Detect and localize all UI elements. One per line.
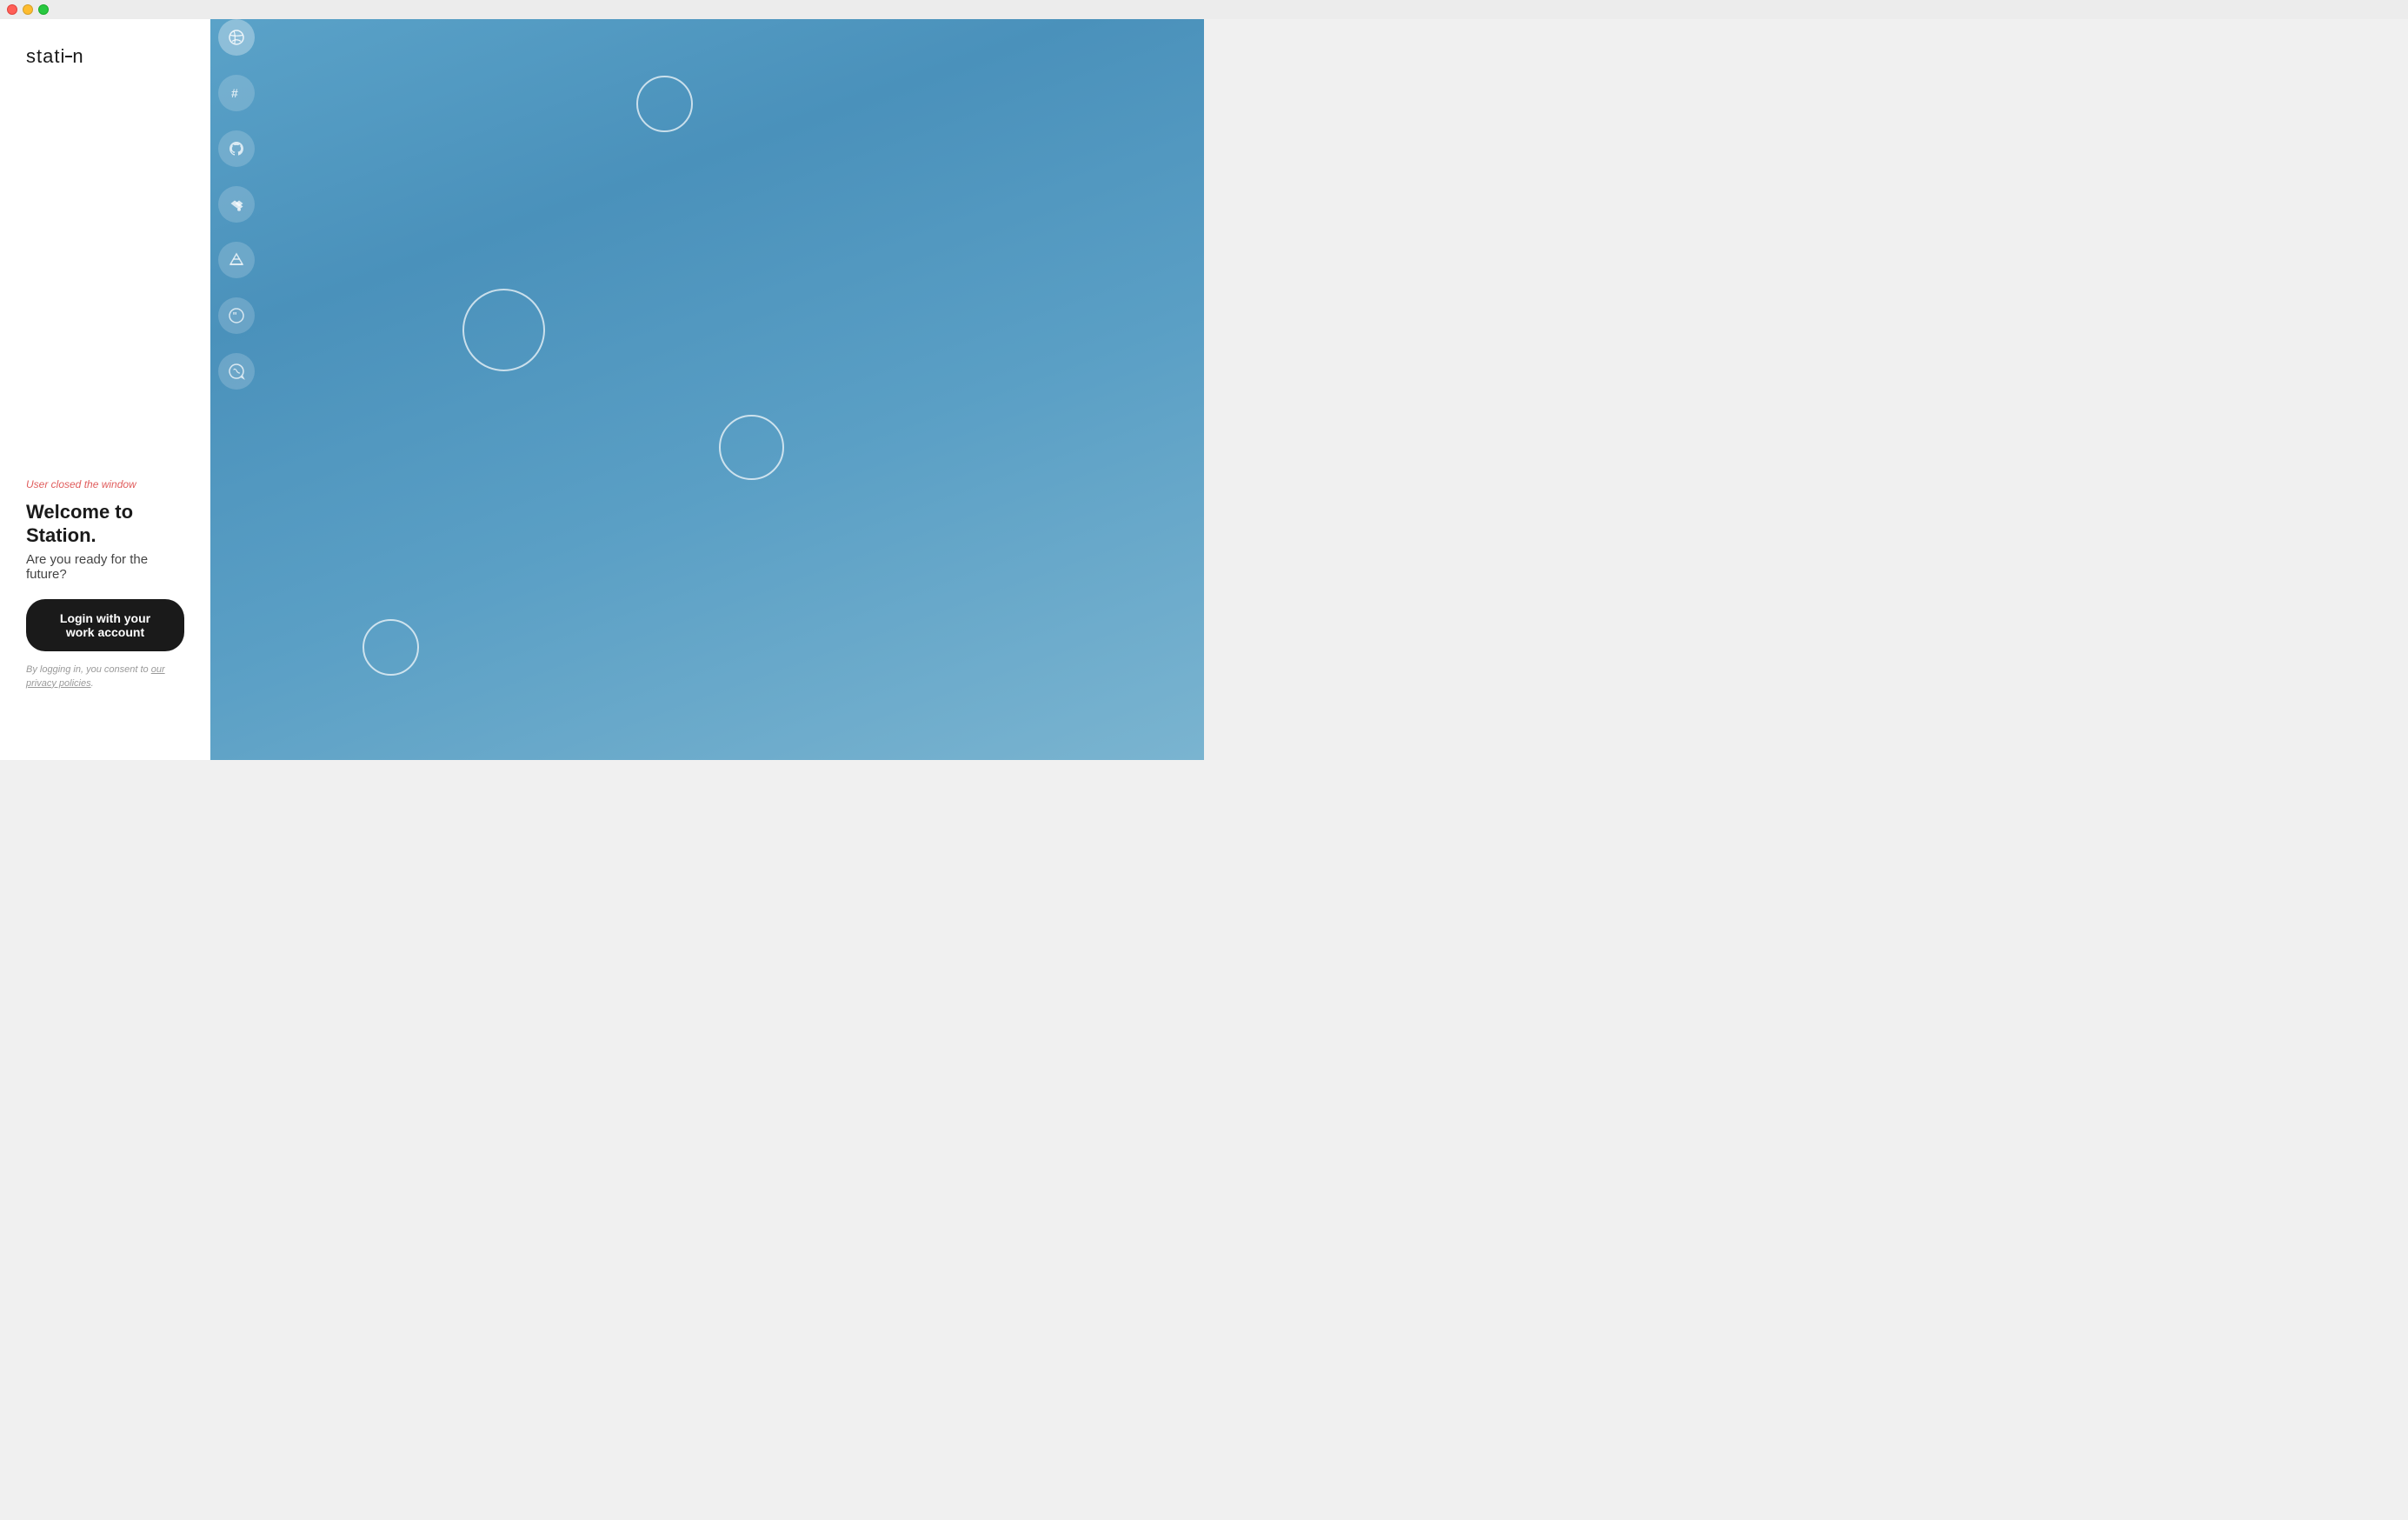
svg-text:": "	[233, 311, 237, 322]
decorative-area	[263, 19, 1204, 760]
floating-circle-4	[363, 619, 419, 676]
svg-text:#: #	[231, 86, 238, 100]
floating-circle-1	[636, 76, 693, 132]
login-button[interactable]: Login with your work account	[26, 599, 184, 651]
right-panel: # "	[210, 0, 1204, 760]
sidebar-item-quotes[interactable]: "	[218, 297, 255, 334]
app-logo: statin	[26, 45, 184, 68]
privacy-suffix: .	[91, 678, 94, 689]
sidebar-item-dribbble[interactable]	[218, 19, 255, 56]
minimize-button[interactable]	[23, 4, 33, 15]
floating-circle-3	[719, 415, 784, 480]
error-message: User closed the window	[26, 478, 184, 490]
privacy-text: By logging in, you consent to our privac…	[26, 663, 184, 690]
sidebar-item-github[interactable]	[218, 130, 255, 167]
app-sidebar: # "	[210, 19, 263, 760]
sidebar-item-slack[interactable]: #	[218, 75, 255, 111]
bottom-content: User closed the window Welcome to Statio…	[26, 478, 184, 690]
left-panel: statin User closed the window Welcome to…	[0, 0, 210, 760]
welcome-subtitle: Are you ready for the future?	[26, 552, 184, 582]
maximize-button[interactable]	[38, 4, 49, 15]
privacy-prefix: By logging in, you consent to	[26, 664, 151, 675]
floating-circle-2	[462, 289, 545, 371]
welcome-title: Welcome to Station.	[26, 501, 184, 547]
logo-area: statin	[0, 19, 210, 85]
close-button[interactable]	[7, 4, 17, 15]
titlebar	[0, 0, 2408, 19]
sidebar-item-whatsapp[interactable]	[218, 353, 255, 390]
sidebar-item-drive[interactable]	[218, 242, 255, 278]
sidebar-item-dropbox[interactable]	[218, 186, 255, 223]
